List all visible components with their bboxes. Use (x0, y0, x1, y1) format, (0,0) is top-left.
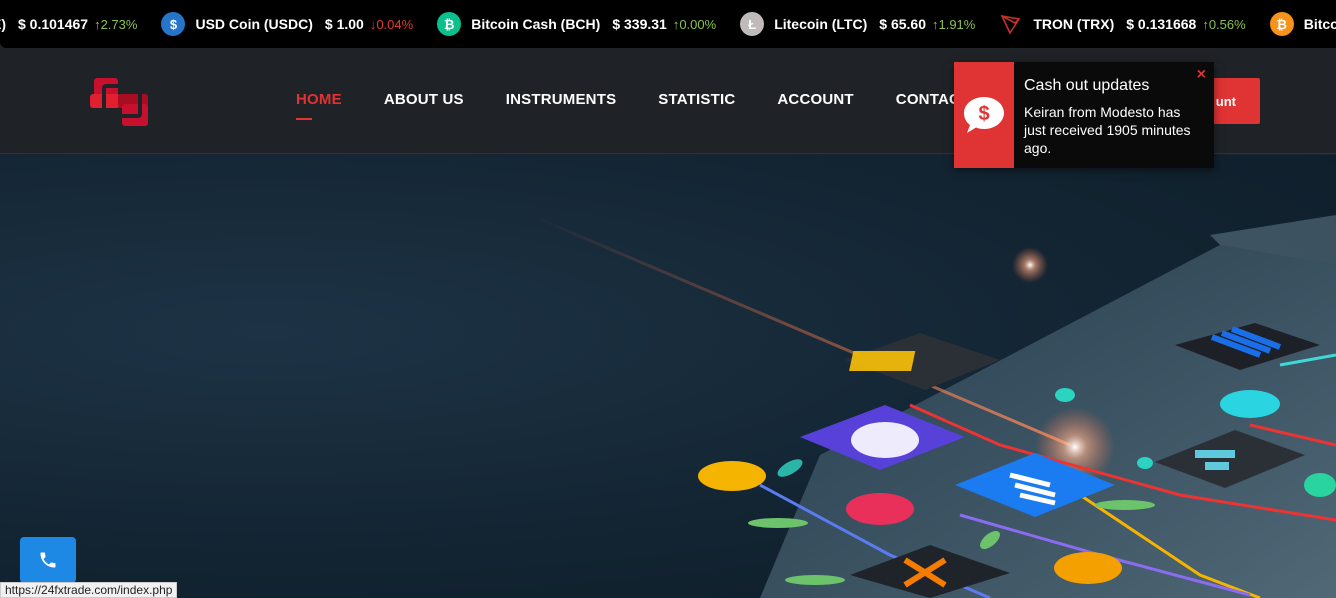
coin-change-down: ↓0.04% (369, 16, 414, 32)
toast-title: Cash out updates (1024, 77, 1150, 94)
trx-icon (999, 12, 1023, 36)
call-button[interactable] (20, 537, 76, 583)
coin-name: TRON (TRX) (1033, 16, 1115, 32)
hero-banner (0, 155, 1336, 598)
hero-illustration (529, 213, 1336, 598)
coin-change-up: ↑2.73% (94, 16, 138, 32)
money-chat-icon: $ (964, 97, 1004, 133)
nav-account[interactable]: ACCOUNT (777, 91, 853, 108)
ticker-track: E) $ 0.101467 ↑2.73% $ USD Coin (USDC) $… (0, 0, 1336, 48)
coin-change-up: ↑0.56% (1202, 16, 1246, 32)
coin-price: $ 65.60 (879, 16, 926, 32)
crypto-ticker: E) $ 0.101467 ↑2.73% $ USD Coin (USDC) $… (0, 0, 1336, 48)
coin-price: $ 339.31 (612, 16, 667, 32)
browser-status-url: https://24fxtrade.com/index.php (0, 582, 178, 598)
nav-instruments[interactable]: INSTRUMENTS (506, 91, 617, 108)
coin-name: USD Coin (USDC) (195, 16, 313, 32)
ticker-item: $ USD Coin (USDC) $ 1.00 ↓0.04% (161, 0, 413, 48)
coin-change-up: ↑0.00% (672, 16, 717, 32)
coin-price: $ 0.101467 (18, 16, 89, 32)
nav-statistic[interactable]: STATISTIC (658, 91, 735, 108)
coin-price: $ 1.00 (324, 16, 364, 32)
nav-about-us[interactable]: ABOUT US (384, 91, 464, 108)
toast-body: Cash out updates Keiran from Modesto has… (1014, 62, 1214, 168)
ticker-item: Ł Litecoin (LTC) $ 65.60 ↑1.91% (740, 0, 975, 48)
svg-text:$: $ (978, 103, 989, 125)
coin-change-up: ↑1.91% (931, 16, 976, 32)
cashout-toast: $ Cash out updates Keiran from Modesto h… (954, 62, 1214, 168)
ticker-item: ₿ Bitcoin Cash (BCH) $ 339.31 ↑0.00% (437, 0, 716, 48)
ticker-item: E) $ 0.101467 ↑2.73% (0, 0, 137, 48)
coin-name: Bitcoin Cash (BCH) (471, 16, 601, 32)
coin-name: E) (0, 16, 6, 32)
ticker-item: TRON (TRX) $ 0.131668 ↑0.56% (999, 0, 1246, 48)
coin-price: $ 0.131668 (1126, 16, 1197, 32)
btc-icon: ₿ (1269, 12, 1294, 36)
usdc-icon: $ (161, 12, 186, 36)
ticker-item: ₿ Bitco (1269, 0, 1336, 48)
ltc-icon: Ł (740, 12, 765, 36)
toast-message: Keiran from Modesto has just received 19… (1024, 104, 1191, 156)
coin-name: Bitco (1303, 16, 1336, 32)
bch-icon: ₿ (437, 12, 462, 36)
phone-icon (40, 552, 56, 568)
toast-icon-panel: $ (954, 62, 1014, 168)
coin-name: Litecoin (LTC) (774, 16, 868, 32)
main-nav: HOME ABOUT US INSTRUMENTS STATISTIC ACCO… (296, 91, 1037, 120)
nav-home[interactable]: HOME (296, 91, 342, 120)
site-logo[interactable] (88, 72, 156, 130)
close-icon[interactable]: × (1197, 66, 1206, 84)
